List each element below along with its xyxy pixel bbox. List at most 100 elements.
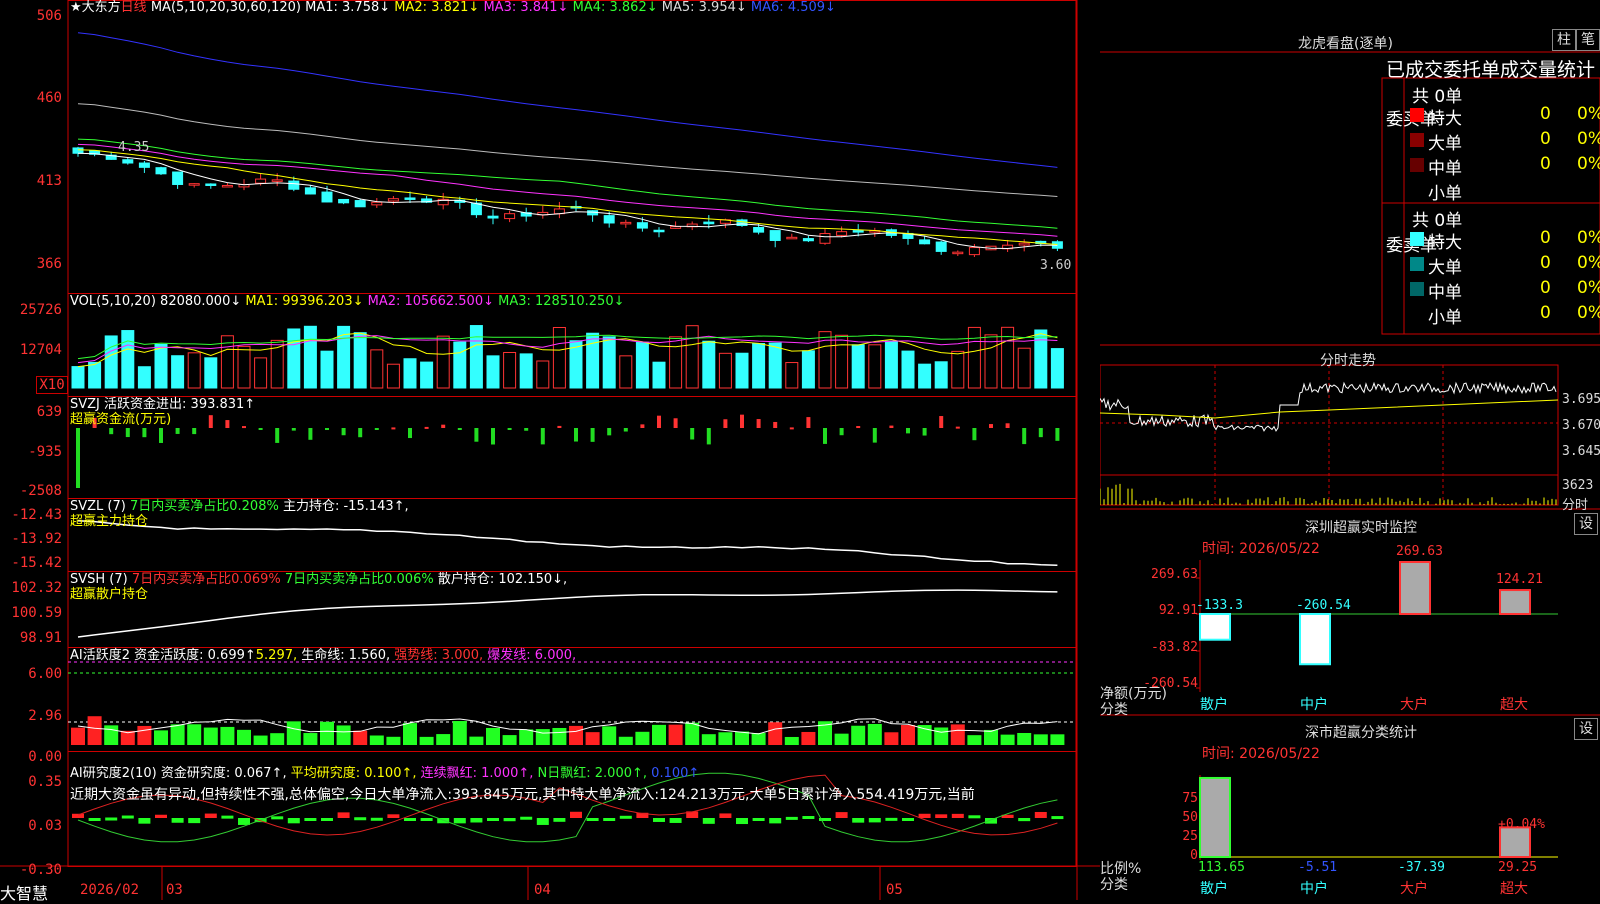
activity-bar xyxy=(71,727,85,745)
stock-name[interactable]: 大东方 xyxy=(82,0,121,15)
activity-bar xyxy=(917,725,932,745)
classify-title: 深市超赢分类统计 xyxy=(1305,725,1417,741)
research-bar xyxy=(835,812,848,818)
svzl-axis-0: -12.43 xyxy=(11,507,62,523)
svzj-bar xyxy=(524,428,529,431)
kline-chart-area[interactable]: ★大东方日线 MA(5,10,20,30,60,120) MA1: 3.758↓… xyxy=(0,0,1100,903)
svsh-line xyxy=(77,589,1058,638)
candle-down xyxy=(603,215,615,224)
candle-down xyxy=(138,162,150,168)
intraday-title: 分时走势 xyxy=(1320,353,1376,369)
air-title[interactable]: AI研究度2(10) xyxy=(70,766,157,781)
ai2-title[interactable]: AI活跃度2 xyxy=(70,648,130,663)
monitor-settings-button[interactable]: 设 xyxy=(1574,513,1598,535)
activity-bar xyxy=(220,726,235,745)
volume-bar xyxy=(851,344,865,389)
svzj-bar xyxy=(756,419,761,428)
research-bar xyxy=(536,818,549,825)
research-bar xyxy=(752,818,765,821)
dragon-row-label: 中单 xyxy=(1428,283,1462,303)
svzj-bar xyxy=(906,428,910,434)
research-bar xyxy=(503,818,516,822)
activity-bar xyxy=(336,725,351,745)
activity-bar xyxy=(1000,734,1015,745)
svzj-bar xyxy=(673,418,678,428)
svzj-bar xyxy=(175,428,180,434)
monitor-cat-1: 中户 xyxy=(1300,697,1328,713)
svsh-ratio1: 7日内买卖净占比0.069% xyxy=(131,572,281,587)
volume-bar xyxy=(370,349,384,389)
ma1-value: MA1: 3.758↓ xyxy=(305,0,391,15)
intraday-vol-max: 3623 xyxy=(1562,478,1594,493)
vol-value: 82080.000↓ xyxy=(160,294,242,309)
research-bar xyxy=(702,818,715,824)
bar-mode-button[interactable]: 柱 xyxy=(1552,29,1576,51)
research-bar xyxy=(487,818,499,821)
dragon-row: 中单 0 0% xyxy=(1410,278,1600,303)
candle-down xyxy=(769,230,781,241)
research-bar xyxy=(72,813,84,818)
period-label[interactable]: 日线 xyxy=(121,0,147,15)
monitor-time: 时间: 2026/05/22 xyxy=(1202,541,1320,557)
svzj-title[interactable]: SVZJ xyxy=(70,397,100,412)
volume-bar xyxy=(967,326,981,389)
volume-bar xyxy=(420,361,434,389)
svzj-bar xyxy=(955,426,960,429)
svzj-bar xyxy=(1005,423,1010,428)
dragon-row-label: 中单 xyxy=(1428,159,1462,179)
dragon-row-count: 0 xyxy=(1540,253,1551,273)
svzj-bar xyxy=(939,416,944,428)
svzj-axis-0: 639 xyxy=(36,404,62,420)
svzj-bar xyxy=(723,419,728,428)
research-bar xyxy=(88,818,101,821)
svzl-subtitle: 超赢主力持仓 xyxy=(70,514,149,529)
dragon-row-pct: 0% xyxy=(1577,253,1600,273)
air-research: 资金研究度: 0.067↑, xyxy=(160,766,287,781)
monitor-title: 深圳超赢实时监控 xyxy=(1305,520,1417,536)
classify-axis-1: 50 xyxy=(1182,810,1198,825)
volume-bar xyxy=(1050,348,1064,389)
ma4-value: MA4: 3.862↓ xyxy=(572,0,658,15)
candle-up xyxy=(221,184,233,188)
classify-settings-button[interactable]: 设 xyxy=(1574,718,1598,740)
date-label-may: 05 xyxy=(886,882,903,898)
tick-mode-button[interactable]: 笔 xyxy=(1576,29,1600,51)
svzj-bar xyxy=(590,428,595,442)
svzj-bar xyxy=(789,427,794,430)
svzl-header: SVZL (7) 7日内买卖净占比0.208% 主力持仓: -15.143↑, xyxy=(70,499,409,515)
vol-ma2: MA2: 105662.500↓ xyxy=(367,294,494,309)
research-bar xyxy=(719,813,732,818)
activity-bar xyxy=(237,729,251,745)
activity-bar xyxy=(270,733,285,745)
activity-bar xyxy=(901,724,915,745)
svsh-title[interactable]: SVSH (7) xyxy=(70,572,128,587)
candle-down xyxy=(205,183,217,186)
research-bar xyxy=(121,815,134,819)
ai2-burst: 爆发线: 6.000, xyxy=(487,648,577,663)
dragon-row-label: 大单 xyxy=(1428,134,1462,154)
svzj-bar xyxy=(275,428,280,443)
volume-bar xyxy=(137,366,151,389)
svzj-bar xyxy=(657,415,661,428)
svzj-bar xyxy=(574,428,578,442)
svzj-bar xyxy=(142,428,147,438)
research-bar xyxy=(951,813,964,818)
research-bar xyxy=(420,818,433,821)
candle-up xyxy=(387,198,399,202)
intraday-axis-1: 3.670 xyxy=(1562,418,1600,433)
kline-chart-canvas[interactable] xyxy=(0,0,1100,900)
svzj-bar xyxy=(491,428,495,445)
ma-definition: MA(5,10,20,30,60,120) xyxy=(150,0,301,15)
research-bar xyxy=(387,814,400,818)
vol-title[interactable]: VOL(5,10,20) xyxy=(70,294,156,309)
dragon-row: 特大 0 0% xyxy=(1410,104,1600,129)
candle-up xyxy=(819,233,831,244)
svzj-bar xyxy=(408,428,412,439)
svzj-axis-1: -935 xyxy=(28,444,62,460)
research-bar xyxy=(902,818,914,821)
color-swatch xyxy=(1410,282,1424,296)
svzl-title[interactable]: SVZL (7) xyxy=(70,499,126,514)
volume-bar xyxy=(918,363,932,389)
candle-up xyxy=(620,221,632,225)
air-n-red: N日飘红: 2.000↑, xyxy=(537,766,648,781)
